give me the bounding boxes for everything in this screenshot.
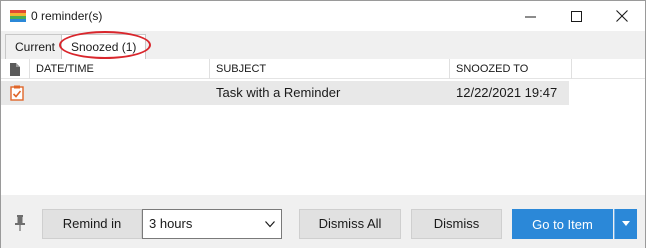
minimize-button[interactable]	[507, 1, 553, 31]
maximize-icon	[570, 10, 582, 22]
tab-snoozed[interactable]: Snoozed (1)	[61, 34, 147, 59]
action-bar: Remind in 3 hours Dismiss All Dismiss Go…	[1, 195, 645, 248]
maximize-button[interactable]	[553, 1, 599, 31]
title-bar: 0 reminder(s)	[1, 1, 645, 31]
table-row[interactable]: Task with a Reminder 12/22/2021 19:47	[1, 81, 569, 105]
close-icon	[616, 10, 628, 22]
caret-down-icon	[622, 221, 630, 226]
chevron-down-icon	[265, 221, 275, 228]
snooze-duration-value: 3 hours	[149, 216, 193, 231]
remind-in-button[interactable]: Remind in	[42, 209, 142, 239]
go-to-item-button[interactable]: Go to Item	[512, 209, 613, 239]
column-header-filler	[571, 59, 645, 79]
pin-icon[interactable]	[14, 215, 26, 231]
window-title: 0 reminder(s)	[31, 9, 103, 23]
close-button[interactable]	[599, 1, 645, 31]
task-icon	[10, 85, 24, 101]
minimize-icon	[524, 16, 536, 17]
column-header-snoozed-to[interactable]: SNOOZED TO	[449, 59, 571, 79]
document-icon	[10, 63, 20, 76]
tab-strip: Current Snoozed (1)	[1, 31, 645, 59]
list-header: DATE/TIME SUBJECT SNOOZED TO	[1, 59, 645, 79]
snooze-duration-select[interactable]: 3 hours	[142, 209, 282, 239]
row-snoozed-to: 12/22/2021 19:47	[456, 85, 558, 100]
column-header-subject[interactable]: SUBJECT	[209, 59, 449, 79]
row-subject: Task with a Reminder	[216, 85, 341, 100]
app-icon	[10, 10, 26, 22]
dismiss-all-button[interactable]: Dismiss All	[299, 209, 401, 239]
tab-current[interactable]: Current	[5, 34, 66, 59]
go-to-item-dropdown-button[interactable]	[614, 209, 637, 239]
column-header-date-time[interactable]: DATE/TIME	[29, 59, 209, 79]
column-header-icon[interactable]	[1, 59, 29, 79]
dismiss-button[interactable]: Dismiss	[411, 209, 502, 239]
reminders-window: 0 reminder(s) Current Snoozed (1) DATE/T…	[0, 0, 646, 248]
